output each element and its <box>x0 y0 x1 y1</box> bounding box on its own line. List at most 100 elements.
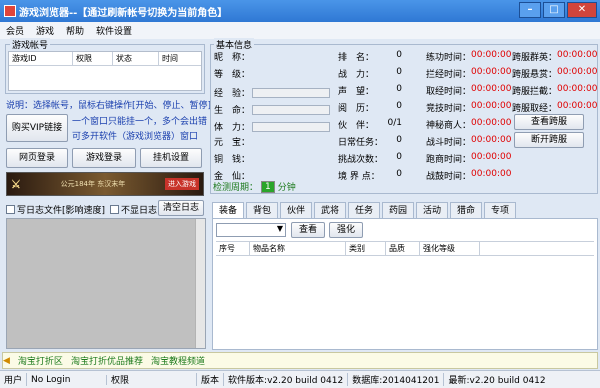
ticker-item-1[interactable]: 淘宝打折区 <box>18 354 63 367</box>
intercept-time-value: 00:00:00 <box>471 67 512 77</box>
banner-enter-button[interactable]: 进入游戏 <box>165 178 199 190</box>
write-log-checkbox[interactable] <box>6 205 15 214</box>
tab-hunt[interactable]: 猎命 <box>450 202 482 219</box>
tab-general[interactable]: 武将 <box>314 202 346 219</box>
status-user-label: 用户 <box>0 373 28 386</box>
tab-task[interactable]: 任务 <box>348 202 380 219</box>
view-button[interactable]: 查看 <box>291 222 325 238</box>
menu-member[interactable]: 会员 <box>6 24 24 37</box>
basic-col1: 昵 称： 等 级： 经 验： 生 命： 体 力： 元 宝： 铜 钱： 金 仙： <box>214 50 334 186</box>
ticker-item-3[interactable]: 淘宝教程频道 <box>151 354 205 367</box>
equipment-filter-select[interactable]: ▼ <box>216 223 286 237</box>
menu-game[interactable]: 游戏 <box>36 24 54 37</box>
title-bar: 游戏浏览器--【通过刷新帐号切换为当前角色】 – □ ✕ <box>0 0 600 22</box>
equipment-table-header: 序号 物品名称 类别 品质 强化等级 <box>216 241 594 256</box>
log-scrollbar[interactable] <box>195 219 205 348</box>
col-permission[interactable]: 权限 <box>73 52 113 65</box>
cross-bounty-label: 跨服悬赏： <box>512 70 558 80</box>
enhance-button[interactable]: 强化 <box>329 222 363 238</box>
battle-time-value: 00:00:00 <box>471 135 512 145</box>
challenge-count-value: 0 <box>396 152 402 162</box>
practice-time-label: 练功时间： <box>426 53 472 63</box>
hang-settings-button[interactable]: 挂机设置 <box>140 148 202 168</box>
daily-task-value: 0 <box>396 135 402 145</box>
no-log-option[interactable]: 不显日志 <box>110 203 157 216</box>
game-banner[interactable]: ⚔ 公元184年 东汉末年 进入游戏 <box>6 172 204 196</box>
log-area[interactable] <box>6 218 206 349</box>
prestige-value: 0 <box>396 84 402 94</box>
power-value: 0 <box>396 67 402 77</box>
col-index[interactable]: 序号 <box>216 242 250 255</box>
check-cycle-input[interactable]: 1 <box>261 180 275 193</box>
check-cycle: 检测周期： 1 分钟 <box>213 180 296 193</box>
ticker-item-2[interactable]: 淘宝打折优品推荐 <box>71 354 143 367</box>
practice-time-value: 00:00:00 <box>471 50 512 60</box>
prestige-label: 声 望： <box>338 87 375 97</box>
disconnect-cross-server-button[interactable]: 断开跨服 <box>514 132 584 148</box>
view-cross-server-button[interactable]: 查看跨服 <box>514 114 584 130</box>
status-permission: 权限 <box>107 373 198 386</box>
status-login: No Login <box>27 374 108 385</box>
level-label: 等 级： <box>214 70 251 80</box>
rank-label: 排 名： <box>338 53 375 63</box>
buy-vip-button[interactable]: 购买VIP链接 <box>6 114 68 142</box>
intercept-time-label: 拦经时间： <box>426 70 472 80</box>
tab-bag[interactable]: 背包 <box>246 202 278 219</box>
col-item-name[interactable]: 物品名称 <box>250 242 346 255</box>
close-button[interactable]: ✕ <box>567 2 597 18</box>
menu-help[interactable]: 帮助 <box>66 24 84 37</box>
write-log-option[interactable]: 写日志文件[影响速度] <box>6 203 105 216</box>
status-database: 数据库:2014041201 <box>348 373 445 386</box>
fetch-time-label: 取经时间： <box>426 87 472 97</box>
tab-equipment[interactable]: 装备 <box>212 202 244 219</box>
minimize-button[interactable]: – <box>519 2 541 18</box>
experience-history-value: 0 <box>396 101 402 111</box>
tab-activity[interactable]: 活动 <box>416 202 448 219</box>
cross-intercept-value: 00:00:00 <box>557 84 598 94</box>
col-category[interactable]: 类别 <box>346 242 386 255</box>
no-log-label: 不显日志 <box>121 206 158 216</box>
tab-herb-garden[interactable]: 药园 <box>382 202 414 219</box>
daily-task-label: 日常任务： <box>338 138 384 148</box>
write-log-label: 写日志文件[影响速度] <box>17 206 106 216</box>
maximize-button[interactable]: □ <box>543 2 565 18</box>
menu-settings[interactable]: 软件设置 <box>96 24 132 37</box>
arena-time-value: 00:00:00 <box>471 101 512 111</box>
announcement-icon: ◀ <box>3 355 10 366</box>
account-hint: 说明：选择帐号，鼠标右键操作[开始、停止、暂停] <box>6 101 212 111</box>
fetch-time-value: 00:00:00 <box>471 84 512 94</box>
drum-time-label: 战鼓时间： <box>426 172 472 182</box>
no-log-checkbox[interactable] <box>110 205 119 214</box>
cross-heroes-label: 跨服群英： <box>512 53 558 63</box>
web-login-button[interactable]: 网页登录 <box>6 148 68 168</box>
realm-points-label: 境 界 点： <box>338 172 380 182</box>
tab-special[interactable]: 专项 <box>484 202 516 219</box>
rank-value: 0 <box>396 50 402 60</box>
stamina-bar <box>252 121 331 132</box>
col-status[interactable]: 状态 <box>113 52 159 65</box>
arena-time-label: 竞技时间： <box>426 104 472 114</box>
account-list[interactable]: 游戏ID 权限 状态 时间 <box>8 51 202 91</box>
exp-label: 经 验： <box>214 89 251 99</box>
partner-value: 0/1 <box>387 118 402 128</box>
power-label: 战 力： <box>338 70 375 80</box>
copper-label: 铜 钱： <box>214 155 251 165</box>
clear-log-button[interactable]: 清空日志 <box>158 200 204 216</box>
banner-logo: ⚔ <box>11 177 21 191</box>
nickname-label: 昵 称： <box>214 53 251 63</box>
ad-ticker: ◀ 淘宝打折区 淘宝打折优品推荐 淘宝教程频道 <box>2 352 598 369</box>
col-time[interactable]: 时间 <box>159 52 197 65</box>
col-enhance-level[interactable]: 强化等级 <box>420 242 480 255</box>
col-game-id[interactable]: 游戏ID <box>9 52 73 65</box>
account-legend: 游戏帐号 <box>10 38 51 51</box>
challenge-count-label: 挑战次数： <box>338 155 384 165</box>
tab-partner[interactable]: 伙伴 <box>280 202 312 219</box>
trade-time-label: 跑商时间： <box>426 155 472 165</box>
game-login-button[interactable]: 游戏登录 <box>72 148 136 168</box>
cross-bounty-value: 00:00:00 <box>557 67 598 77</box>
status-version-label: 版本 <box>197 373 225 386</box>
multi-window-note: 一个窗口只能挂一个，多个会出错 <box>72 117 208 127</box>
basic-col2: 排 名： 0 战 力： 0 声 望： 0 阅 历： 0 伙 伴： 0/1 日常任务： 0 挑… <box>338 50 402 186</box>
col-quality[interactable]: 品质 <box>386 242 420 255</box>
status-bar: 用户 No Login 权限 版本 软件版本:v2.20 build 0412 … <box>0 370 600 388</box>
